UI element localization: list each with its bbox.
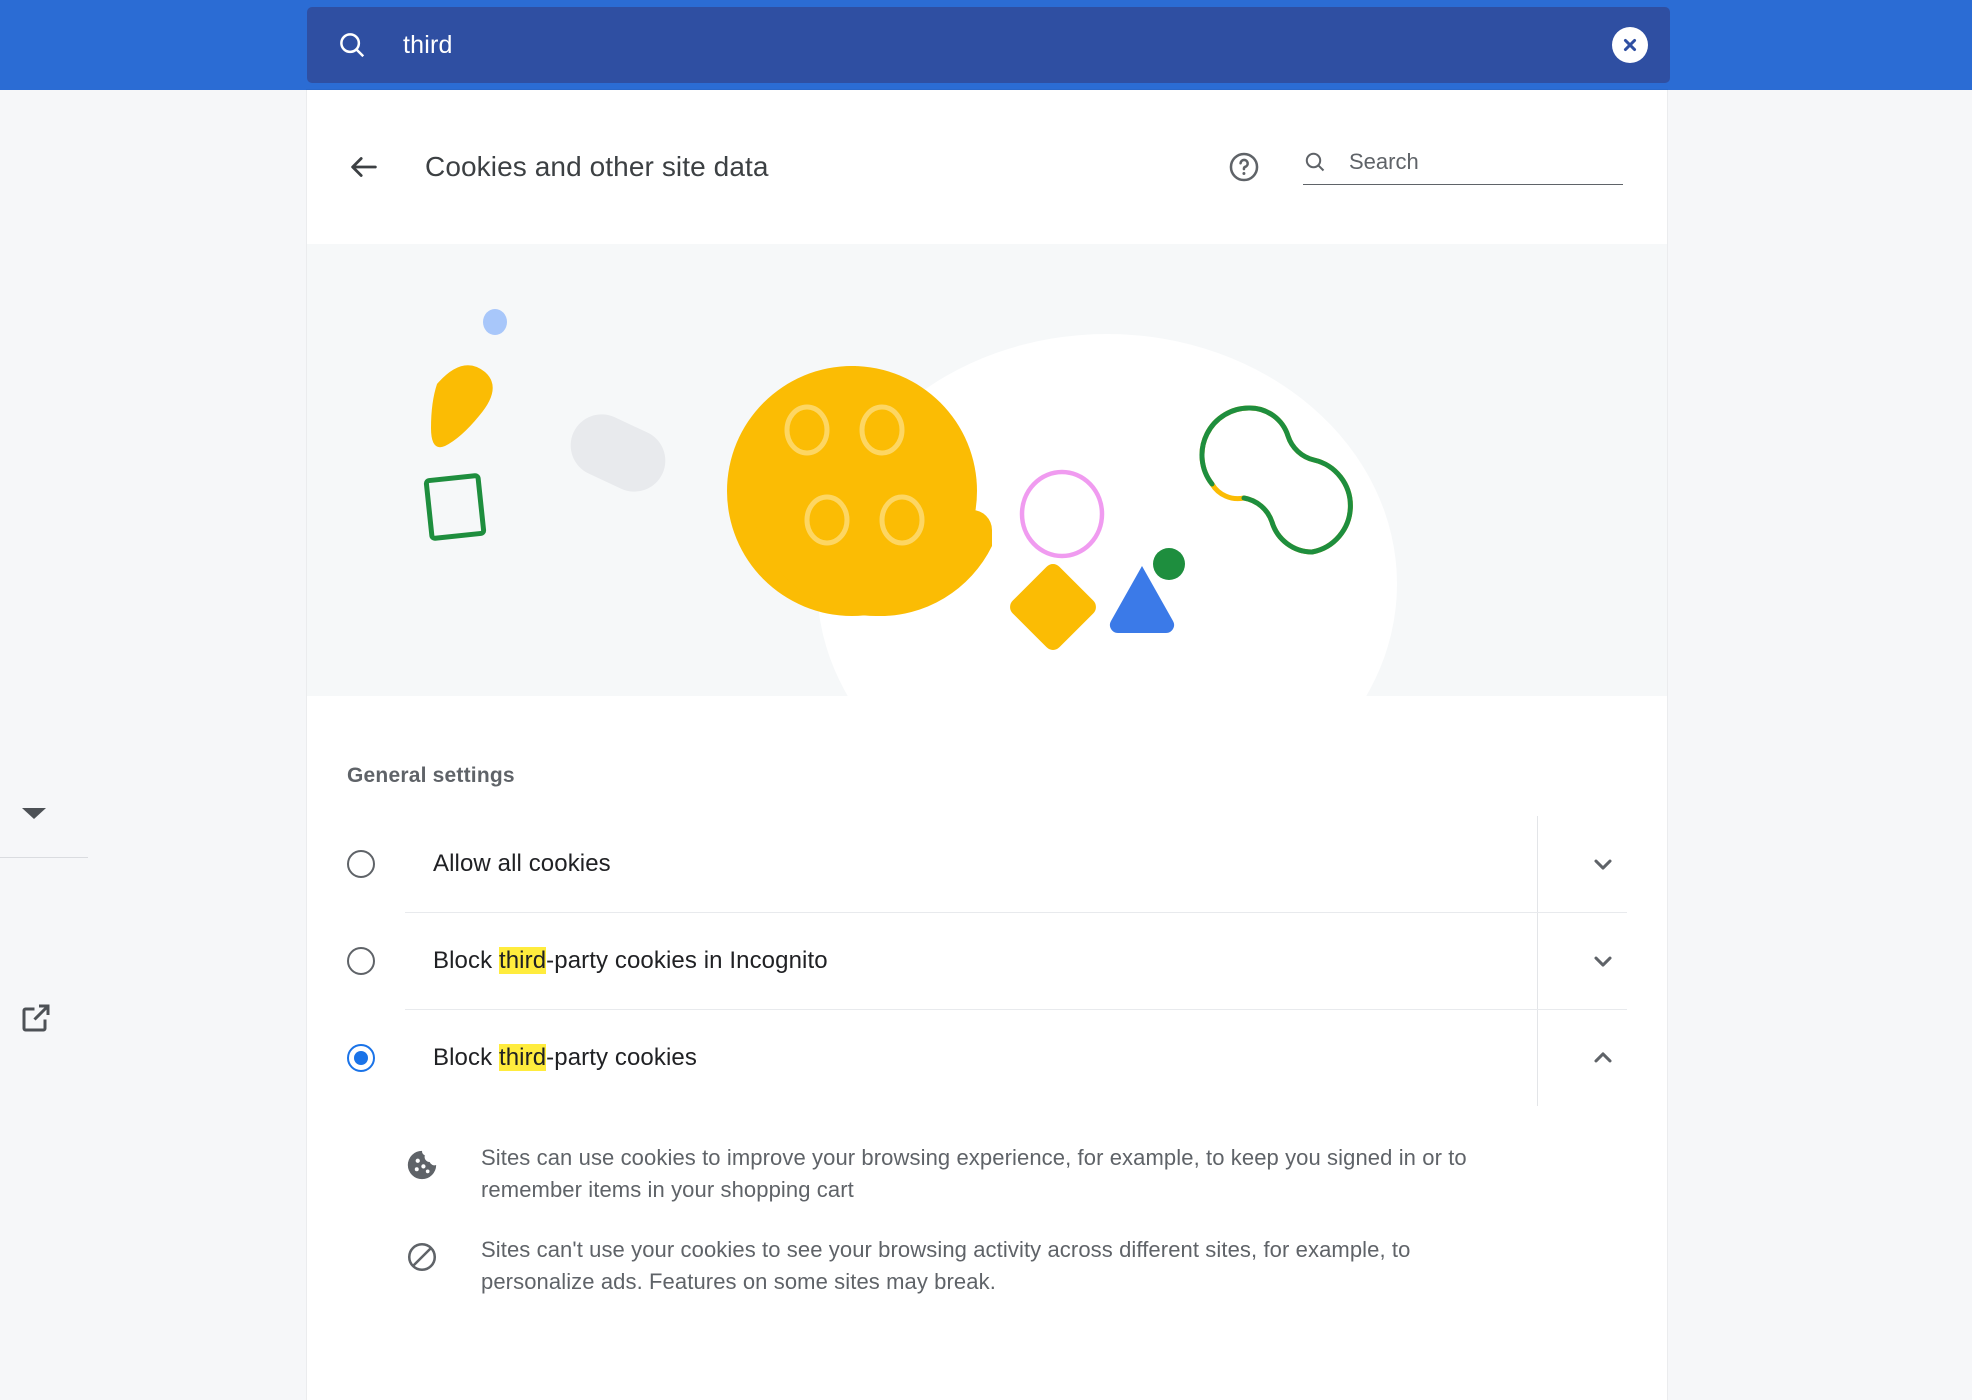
radio-block-third-party[interactable] <box>347 1044 375 1072</box>
chevron-down-icon <box>1589 947 1617 975</box>
arrow-back-icon[interactable] <box>347 150 381 184</box>
green-dot <box>1153 548 1185 580</box>
page-search-input[interactable] <box>1349 149 1637 175</box>
chevron-up-icon <box>1589 1044 1617 1072</box>
option-label: Allow all cookies <box>433 850 1537 878</box>
cookie-icon <box>405 1148 439 1182</box>
chevron-down-icon <box>1589 850 1617 878</box>
open-in-new-icon[interactable] <box>18 1000 54 1036</box>
option-label-prefix: Block <box>433 1044 499 1071</box>
page-search-box[interactable] <box>1303 149 1623 185</box>
cookie-illustration <box>307 244 1667 696</box>
search-icon <box>1303 150 1327 174</box>
page-header: Cookies and other site data <box>307 90 1667 244</box>
cookie-options-list: Allow all cookies Block third-party cook… <box>307 816 1667 1312</box>
help-circle-icon[interactable] <box>1227 150 1261 184</box>
blue-dot <box>483 309 507 335</box>
rail-divider <box>0 857 88 858</box>
search-highlight: third <box>499 947 546 974</box>
detail-row: Sites can't use your cookies to see your… <box>307 1220 1667 1312</box>
settings-card: Cookies and other site data <box>307 90 1667 1400</box>
yellow-wedge <box>431 365 493 447</box>
block-icon <box>405 1240 439 1274</box>
option-allow-all-cookies[interactable]: Allow all cookies <box>307 816 1667 912</box>
option-label: Block third-party cookies <box>433 1044 1537 1072</box>
grey-pill <box>560 404 675 502</box>
option-label-suffix: -party cookies <box>546 1044 697 1071</box>
block-third-party-details: Sites can use cookies to improve your br… <box>307 1106 1667 1312</box>
expand-allow-all-cookies[interactable] <box>1537 816 1667 912</box>
option-label: Block third-party cookies in Incognito <box>433 947 1537 975</box>
radio-allow-all-cookies[interactable] <box>347 850 375 878</box>
detail-text: Sites can use cookies to improve your br… <box>481 1142 1481 1206</box>
search-highlight: third <box>499 1044 546 1071</box>
chevron-down-icon[interactable] <box>22 808 46 819</box>
collapse-block-third-party[interactable] <box>1537 1010 1667 1106</box>
close-icon <box>1619 34 1641 56</box>
general-settings-label: General settings <box>307 696 1667 788</box>
radio-block-third-party-incognito[interactable] <box>347 947 375 975</box>
settings-search-overlay[interactable] <box>307 7 1670 83</box>
cookie-illustration-svg <box>307 244 1667 696</box>
settings-search-overlay-input[interactable] <box>403 31 1612 60</box>
detail-row: Sites can use cookies to improve your br… <box>307 1128 1667 1220</box>
settings-body: General settings Allow all cookies Block… <box>307 696 1667 1312</box>
browser-header-bar <box>0 0 1972 90</box>
option-block-third-party-incognito[interactable]: Block third-party cookies in Incognito <box>307 913 1667 1009</box>
option-block-third-party[interactable]: Block third-party cookies <box>307 1010 1667 1106</box>
option-label-prefix: Block <box>433 947 499 974</box>
clear-search-button[interactable] <box>1612 27 1648 63</box>
option-label-suffix: -party cookies in Incognito <box>546 947 828 974</box>
left-rail <box>0 90 307 1400</box>
option-label-text: Allow all cookies <box>433 850 611 877</box>
green-square <box>426 475 484 538</box>
search-icon <box>337 30 367 60</box>
page-header-actions <box>1227 149 1623 185</box>
detail-text: Sites can't use your cookies to see your… <box>481 1234 1481 1298</box>
expand-block-third-party-incognito[interactable] <box>1537 913 1667 1009</box>
page-title: Cookies and other site data <box>425 151 769 183</box>
